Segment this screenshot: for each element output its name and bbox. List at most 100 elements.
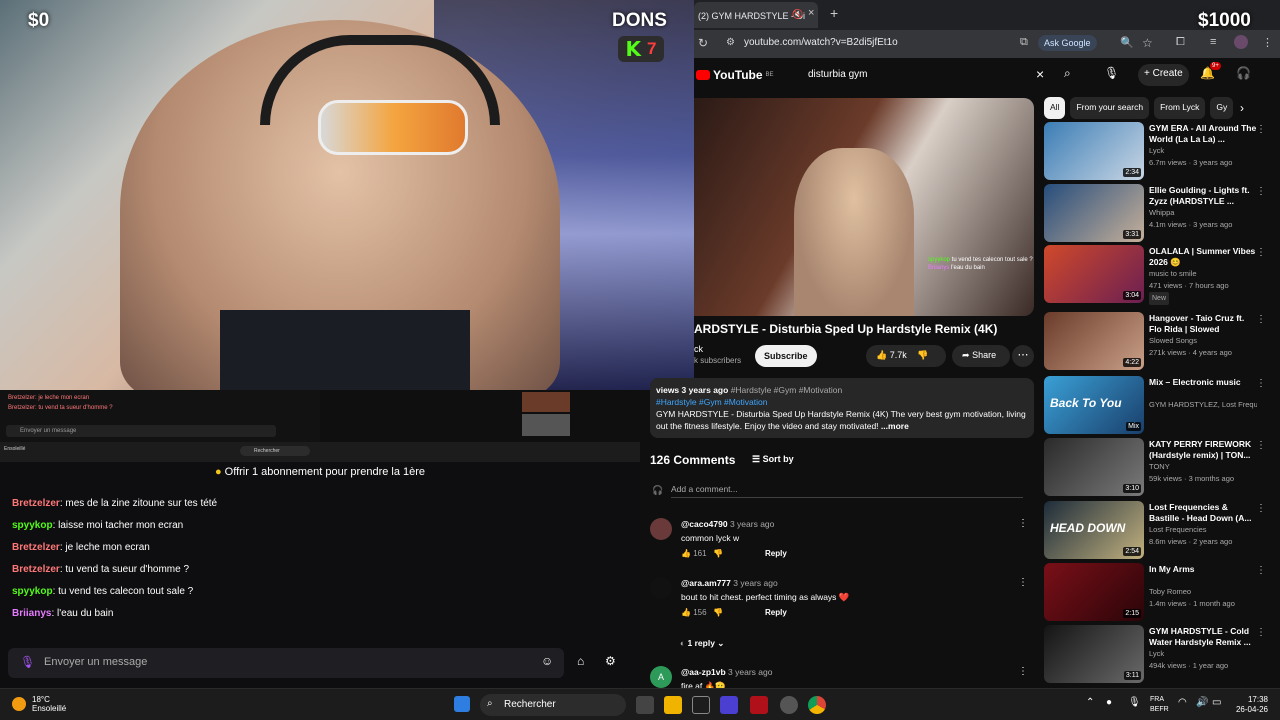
related-video[interactable]: 3:31 Ellie Goulding - Lights ft. Zyzz (H…: [1044, 184, 1270, 244]
chat-username[interactable]: Bretzelzer: [12, 542, 60, 553]
app-icon[interactable]: [720, 696, 738, 714]
related-video[interactable]: 3:10 KATY PERRY FIREWORK (Hardstyle remi…: [1044, 438, 1270, 498]
video-title[interactable]: GYM HARDSTYLE - Cold Water Hardstyle Rem…: [1149, 626, 1257, 648]
chat-username[interactable]: Bretzelzer: [12, 564, 60, 575]
video-menu-icon[interactable]: ⋮: [1256, 565, 1266, 576]
video-thumbnail[interactable]: HEAD DOWN 2:54: [1044, 501, 1144, 559]
reply-button[interactable]: Reply: [765, 608, 787, 617]
headphones-icon[interactable]: 🎧: [1236, 66, 1251, 80]
description-box[interactable]: views 3 years ago #Hardstyle #Gym #Motiv…: [650, 378, 1034, 438]
video-thumbnail[interactable]: 2:34: [1044, 122, 1144, 180]
app-icon[interactable]: [780, 696, 798, 714]
video-title[interactable]: Ellie Goulding - Lights ft. Zyzz (HARDST…: [1149, 185, 1257, 207]
related-video[interactable]: 3:04 OLALALA | Summer Vibes 2026 😊 music…: [1044, 245, 1270, 305]
video-title[interactable]: KATY PERRY FIREWORK (Hardstyle remix) | …: [1149, 439, 1257, 461]
chat-username[interactable]: spyykop: [12, 586, 53, 597]
zoom-icon[interactable]: 🔍: [1120, 36, 1134, 49]
thumbs-down-icon[interactable]: 👎: [917, 350, 928, 360]
reload-icon[interactable]: ↻: [698, 36, 708, 50]
video-thumbnail[interactable]: 4:22: [1044, 312, 1144, 370]
chip-gym[interactable]: Gy: [1210, 97, 1234, 119]
settings-icon[interactable]: ⚙: [605, 654, 616, 668]
mute-icon[interactable]: 🔇: [792, 9, 803, 20]
video-channel[interactable]: Lyck: [1149, 145, 1257, 157]
video-channel[interactable]: Slowed Songs: [1149, 335, 1257, 347]
video-title[interactable]: In My Arms: [1149, 564, 1257, 586]
video-channel[interactable]: Whippa: [1149, 207, 1257, 219]
video-menu-icon[interactable]: ⋮: [1256, 186, 1266, 197]
video-menu-icon[interactable]: ⋮: [1256, 124, 1266, 135]
playlist-icon[interactable]: ≡: [1210, 36, 1216, 48]
chrome-icon[interactable]: [808, 696, 826, 714]
task-view-icon[interactable]: [636, 696, 654, 714]
video-channel[interactable]: TONY: [1149, 461, 1257, 473]
menu-icon[interactable]: ⋮: [1262, 36, 1273, 49]
related-video[interactable]: 4:22 Hangover - Taio Cruz ft. Flo Rida |…: [1044, 312, 1270, 372]
video-title[interactable]: Lost Frequencies & Bastille - Head Down …: [1149, 502, 1257, 524]
start-icon[interactable]: [454, 696, 470, 712]
close-tab-icon[interactable]: ×: [808, 7, 814, 19]
like-button[interactable]: 👍 7.7k 👎: [866, 345, 946, 367]
store-icon[interactable]: ⌂: [577, 654, 584, 668]
youtube-logo[interactable]: YouTube BE: [696, 68, 774, 82]
avatar[interactable]: [650, 518, 672, 540]
video-thumbnail[interactable]: Back To You Mix: [1044, 376, 1144, 434]
desc-more[interactable]: ...more: [881, 421, 909, 431]
battery-icon[interactable]: ▭: [1212, 697, 1221, 708]
video-title[interactable]: Mix – Electronic music: [1149, 377, 1257, 399]
avatar[interactable]: [650, 577, 672, 599]
create-button[interactable]: + Create: [1138, 64, 1189, 86]
related-video[interactable]: 2:15 In My Arms Toby Romeo 1.4m views · …: [1044, 563, 1270, 623]
language-indicator[interactable]: FRA BEFR: [1150, 695, 1169, 715]
clear-search-icon[interactable]: ×: [1036, 66, 1044, 82]
video-channel[interactable]: Lost Frequencies: [1149, 524, 1257, 536]
video-player[interactable]: spyykop tu vend tes calecon tout sale ? …: [694, 98, 1034, 316]
mic-icon[interactable]: 🎙: [1104, 66, 1119, 80]
chip-all[interactable]: All: [1044, 97, 1066, 119]
comment-menu-icon[interactable]: ⋮: [1018, 577, 1028, 588]
mic-icon[interactable]: 🎙: [1128, 697, 1141, 708]
desc-tags[interactable]: #Hardstyle #Gym #Motivation: [656, 396, 1028, 408]
video-menu-icon[interactable]: ⋮: [1256, 440, 1266, 451]
taskbar-search[interactable]: Rechercher: [480, 694, 626, 716]
video-thumbnail[interactable]: 3:31: [1044, 184, 1144, 242]
tray-app-icon[interactable]: ●: [1106, 697, 1112, 708]
video-menu-icon[interactable]: ⋮: [1256, 314, 1266, 325]
weather-widget[interactable]: 18°C Ensoleillé: [12, 695, 66, 713]
chip-from-search[interactable]: From your search: [1070, 97, 1150, 119]
store-icon[interactable]: [692, 696, 710, 714]
view-replies-button[interactable]: ◐ 1 reply ⌄: [680, 638, 724, 649]
url-field[interactable]: youtube.com/watch?v=B2di5jfEt1o: [744, 37, 898, 48]
chat-username[interactable]: Bretzelzer: [12, 498, 60, 509]
chevron-right-icon[interactable]: ›: [1240, 101, 1244, 115]
chat-input[interactable]: Envoyer un message: [8, 648, 564, 678]
chat-username[interactable]: Briianys: [12, 608, 51, 619]
ask-google-button[interactable]: Ask Google: [1038, 35, 1097, 51]
site-info-icon[interactable]: ⚙: [726, 37, 735, 48]
video-menu-icon[interactable]: ⋮: [1256, 378, 1266, 389]
related-video[interactable]: HEAD DOWN 2:54 Lost Frequencies & Bastil…: [1044, 501, 1270, 561]
video-thumbnail[interactable]: 2:15: [1044, 563, 1144, 621]
video-channel[interactable]: GYM HARDSTYLEZ, Lost Freque...: [1149, 399, 1257, 411]
add-comment-input[interactable]: Add a comment...: [671, 484, 1023, 498]
video-title[interactable]: GYM ERA - All Around The World (La La La…: [1149, 123, 1257, 145]
video-channel[interactable]: Lyck: [1149, 648, 1257, 660]
cast-icon[interactable]: ⧉: [1020, 36, 1028, 49]
search-icon[interactable]: ⌕: [1064, 66, 1071, 81]
sort-button[interactable]: ☰ Sort by: [752, 454, 794, 465]
search-input[interactable]: disturbia gym: [802, 64, 1058, 86]
share-button[interactable]: ➦ Share: [952, 345, 1010, 367]
profile-avatar[interactable]: [1234, 35, 1248, 49]
video-thumbnail[interactable]: 3:04: [1044, 245, 1144, 303]
video-menu-icon[interactable]: ⋮: [1256, 627, 1266, 638]
gift-sub-banner[interactable]: ● Offrir 1 abonnement pour prendre la 1è…: [0, 462, 640, 484]
comment-menu-icon[interactable]: ⋮: [1018, 666, 1028, 677]
related-video[interactable]: Back To You Mix Mix – Electronic music G…: [1044, 376, 1270, 436]
chat-username[interactable]: spyykop: [12, 520, 53, 531]
related-video[interactable]: 2:34 GYM ERA - All Around The World (La …: [1044, 122, 1270, 182]
chip-from-lyck[interactable]: From Lyck: [1154, 97, 1206, 119]
video-title[interactable]: OLALALA | Summer Vibes 2026 😊: [1149, 246, 1257, 268]
volume-icon[interactable]: 🔊: [1196, 697, 1208, 708]
bookmark-star-icon[interactable]: ☆: [1142, 36, 1153, 50]
video-channel[interactable]: music to smile: [1149, 268, 1257, 280]
